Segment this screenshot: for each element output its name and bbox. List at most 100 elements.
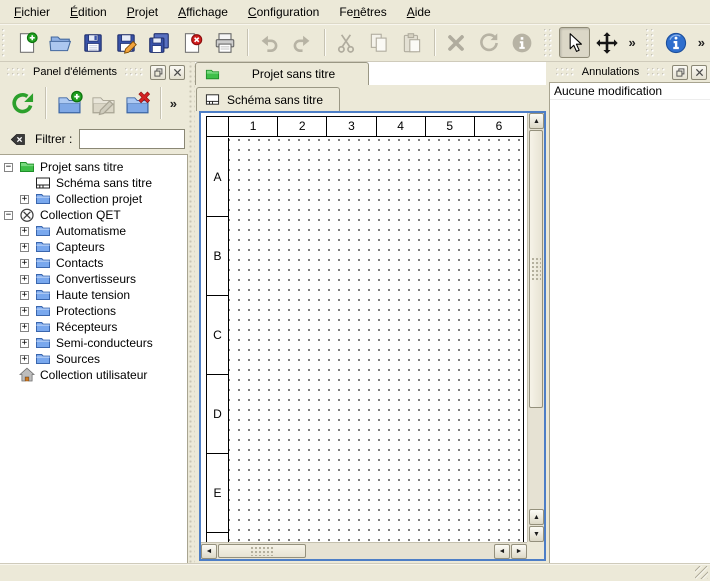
collapse-toggle[interactable]: −: [4, 163, 13, 172]
scroll-up-button[interactable]: ▲: [529, 113, 544, 129]
expand-toggle[interactable]: +: [20, 275, 29, 284]
toolbar-grip[interactable]: [544, 29, 553, 57]
cut-button[interactable]: [331, 27, 362, 58]
tree-item-label: Automatisme: [56, 224, 126, 238]
tree-item-capteurs[interactable]: +Capteurs: [0, 239, 187, 255]
delete-selection-button[interactable]: [441, 27, 472, 58]
menu-projet[interactable]: Projet: [117, 2, 168, 22]
save-button[interactable]: [78, 27, 109, 58]
clear-filter-icon[interactable]: [7, 131, 28, 148]
scroll-right-button[interactable]: ►: [511, 544, 527, 559]
tree-item-contacts[interactable]: +Contacts: [0, 255, 187, 271]
cursor-arrow-icon: [562, 31, 586, 55]
tree-item-convertisseurs[interactable]: +Convertisseurs: [0, 271, 187, 287]
diagram-scene[interactable]: 123456 ABCDE: [201, 113, 527, 542]
save-all-button[interactable]: [144, 27, 175, 58]
expand-toggle[interactable]: +: [20, 227, 29, 236]
elements-panel-dock: Panel d'éléments » Filtrer : −Projet san…: [0, 62, 188, 563]
paste-button[interactable]: [397, 27, 428, 58]
new-project-button[interactable]: [12, 27, 43, 58]
menu-bar: FichierÉditionProjetAffichageConfigurati…: [0, 0, 710, 24]
float-panel-button[interactable]: [672, 65, 688, 80]
dock-grip[interactable]: [647, 68, 665, 77]
expand-toggle[interactable]: +: [20, 259, 29, 268]
folder-icon: [35, 303, 51, 319]
tree-item-automatisme[interactable]: + Automatisme: [0, 223, 187, 239]
tree-item-collection-qet[interactable]: − Collection QET: [0, 207, 187, 223]
scroll-up-button-2[interactable]: ▲: [529, 509, 544, 525]
dock-grip[interactable]: [7, 68, 25, 77]
resize-grip[interactable]: [695, 566, 708, 579]
scroll-left-button-2[interactable]: ◄: [494, 544, 510, 559]
left-dock-splitter[interactable]: [188, 62, 195, 563]
tree-item-sources[interactable]: +Sources: [0, 351, 187, 367]
open-project-button[interactable]: [45, 27, 76, 58]
menu-edition[interactable]: Édition: [60, 2, 117, 22]
tree-item-label: Collection QET: [40, 208, 121, 222]
horizontal-scrollbar[interactable]: ◄ ◄ ►: [201, 542, 527, 559]
folder-icon: [35, 191, 51, 207]
menu-affichage[interactable]: Affichage: [168, 2, 238, 22]
copy-button[interactable]: [364, 27, 395, 58]
expand-toggle[interactable]: +: [20, 243, 29, 252]
pan-mode-button[interactable]: [592, 27, 623, 58]
toolbar-overflow-button[interactable]: »: [693, 35, 710, 50]
expand-toggle[interactable]: +: [20, 339, 29, 348]
tree-item-schema-sans-titre[interactable]: Schéma sans titre: [0, 175, 187, 191]
toolbar-overflow-button[interactable]: »: [624, 35, 641, 50]
dock-grip[interactable]: [125, 68, 143, 77]
expand-toggle[interactable]: +: [20, 307, 29, 316]
collapse-toggle[interactable]: −: [4, 211, 13, 220]
scroll-left-button[interactable]: ◄: [201, 544, 217, 559]
undo-panel-title: Annulations: [578, 66, 644, 78]
close-panel-button[interactable]: [691, 65, 707, 80]
dock-grip[interactable]: [556, 68, 574, 77]
vertical-scrollbar[interactable]: ▲ ▲ ▼: [527, 113, 544, 542]
horizontal-scrollbar-thumb[interactable]: [218, 544, 306, 558]
filter-input[interactable]: [79, 129, 185, 149]
redo-button[interactable]: [287, 27, 318, 58]
toolbar-drag-handle[interactable]: [2, 29, 7, 57]
float-panel-button[interactable]: [150, 65, 166, 80]
vertical-scrollbar-thumb[interactable]: [529, 130, 543, 408]
undo-list-item[interactable]: Aucune modification: [550, 83, 710, 100]
expand-toggle[interactable]: +: [20, 195, 29, 204]
scroll-down-button[interactable]: ▼: [529, 526, 544, 542]
close-file-button[interactable]: [177, 27, 208, 58]
tree-item-protections[interactable]: +Protections: [0, 303, 187, 319]
close-panel-button[interactable]: [169, 65, 185, 80]
undo-button[interactable]: [254, 27, 285, 58]
menu-fichier[interactable]: Fichier: [4, 2, 60, 22]
delete-category-button[interactable]: [120, 86, 154, 120]
schema-tab[interactable]: Schéma sans titre: [196, 87, 340, 111]
menu-aide[interactable]: Aide: [397, 2, 441, 22]
selection-properties-button[interactable]: [507, 27, 538, 58]
frame-row-header: C: [207, 296, 228, 375]
tree-item-haute-tension[interactable]: +Haute tension: [0, 287, 187, 303]
about-button[interactable]: [661, 27, 692, 58]
undo-list: Aucune modification: [549, 82, 710, 563]
tree-item-collection-utilisateur[interactable]: Collection utilisateur: [0, 367, 187, 383]
expand-toggle[interactable]: +: [20, 291, 29, 300]
frame-column-header: 1: [229, 117, 278, 136]
print-button[interactable]: [210, 27, 241, 58]
new-category-button[interactable]: [52, 86, 86, 120]
tree-item-projet-sans-titre[interactable]: −Projet sans titre: [0, 159, 187, 175]
tree-item-recepteurs[interactable]: +Récepteurs: [0, 319, 187, 335]
toolbar-overflow-button[interactable]: »: [170, 96, 183, 111]
menu-configuration[interactable]: Configuration: [238, 2, 329, 22]
rotate-selection-button[interactable]: [474, 27, 505, 58]
tree-item-semi-conducteurs[interactable]: +Semi-conducteurs: [0, 335, 187, 351]
menu-fenetres[interactable]: Fenêtres: [329, 2, 396, 22]
toolbar-grip[interactable]: [646, 29, 655, 57]
expand-toggle[interactable]: +: [20, 355, 29, 364]
redo-icon: [290, 31, 314, 55]
reload-collections-button[interactable]: [5, 86, 39, 120]
edit-category-button[interactable]: [86, 86, 120, 120]
select-mode-button[interactable]: [559, 27, 590, 58]
save-as-button[interactable]: [111, 27, 142, 58]
expand-toggle[interactable]: +: [20, 323, 29, 332]
save-as-icon: [114, 31, 138, 55]
project-tab[interactable]: Projet sans titre: [195, 62, 369, 85]
tree-item-collection-projet[interactable]: +Collection projet: [0, 191, 187, 207]
